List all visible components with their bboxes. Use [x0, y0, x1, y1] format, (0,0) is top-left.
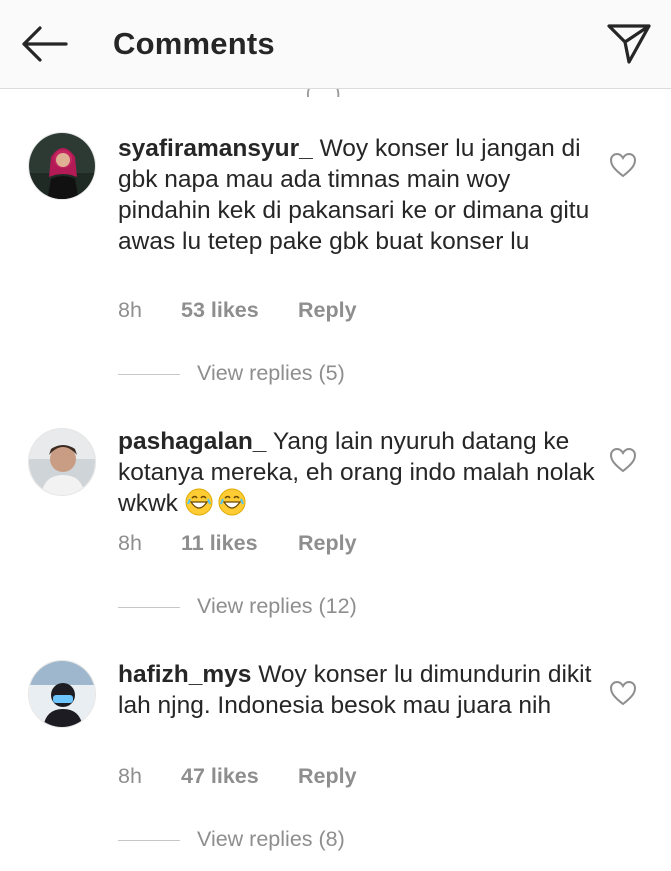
- replies-divider: [118, 840, 180, 841]
- heart-icon: [609, 152, 637, 178]
- reply-button[interactable]: Reply: [298, 531, 357, 556]
- likes-count[interactable]: 11 likes: [181, 531, 258, 556]
- avatar[interactable]: [28, 428, 96, 496]
- comment-username[interactable]: pashagalan_: [118, 428, 266, 455]
- view-replies-label: View replies (5): [197, 361, 345, 385]
- scrolled-text-fragment: ⌒ ⌒ (⌒): [252, 89, 341, 97]
- comment-username[interactable]: hafizh_mys: [118, 661, 251, 688]
- arrow-left-icon: [22, 26, 68, 62]
- heart-icon: [609, 680, 637, 706]
- comment-time: 8h: [118, 764, 142, 788]
- comment-username[interactable]: syafiramansyur_: [118, 135, 313, 162]
- like-button[interactable]: [608, 151, 638, 179]
- view-replies-label: View replies (12): [197, 594, 357, 618]
- back-button[interactable]: [18, 22, 70, 66]
- scrolled-content-edge: ⌒ ⌒ (⌒): [0, 89, 671, 97]
- like-button[interactable]: [608, 446, 638, 474]
- view-replies-button[interactable]: View replies (8): [118, 825, 418, 855]
- likes-count[interactable]: 53 likes: [181, 298, 259, 323]
- share-button[interactable]: [604, 20, 654, 68]
- view-replies-button[interactable]: View replies (5): [118, 359, 418, 389]
- view-replies-label: View replies (8): [197, 827, 345, 851]
- comment-time: 8h: [118, 531, 142, 555]
- avatar[interactable]: [28, 660, 96, 728]
- like-button[interactable]: [608, 679, 638, 707]
- reply-button[interactable]: Reply: [298, 764, 357, 789]
- page-title: Comments: [113, 26, 275, 61]
- avatar[interactable]: [28, 132, 96, 200]
- heart-icon: [609, 447, 637, 473]
- paper-plane-icon: [607, 24, 651, 64]
- reply-button[interactable]: Reply: [298, 298, 357, 323]
- comment-body: hafizh_mys Woy konser lu dimundurin diki…: [118, 659, 596, 721]
- comment-body: pashagalan_ Yang lain nyuruh datang ke k…: [118, 426, 596, 524]
- comment-time: 8h: [118, 298, 142, 322]
- top-bar: Comments: [0, 0, 671, 89]
- replies-divider: [118, 607, 180, 608]
- view-replies-button[interactable]: View replies (12): [118, 592, 418, 622]
- comment-body: syafiramansyur_ Woy konser lu jangan di …: [118, 133, 596, 257]
- likes-count[interactable]: 47 likes: [181, 764, 259, 789]
- replies-divider: [118, 374, 180, 375]
- laughing-emoji-icon: [185, 488, 249, 524]
